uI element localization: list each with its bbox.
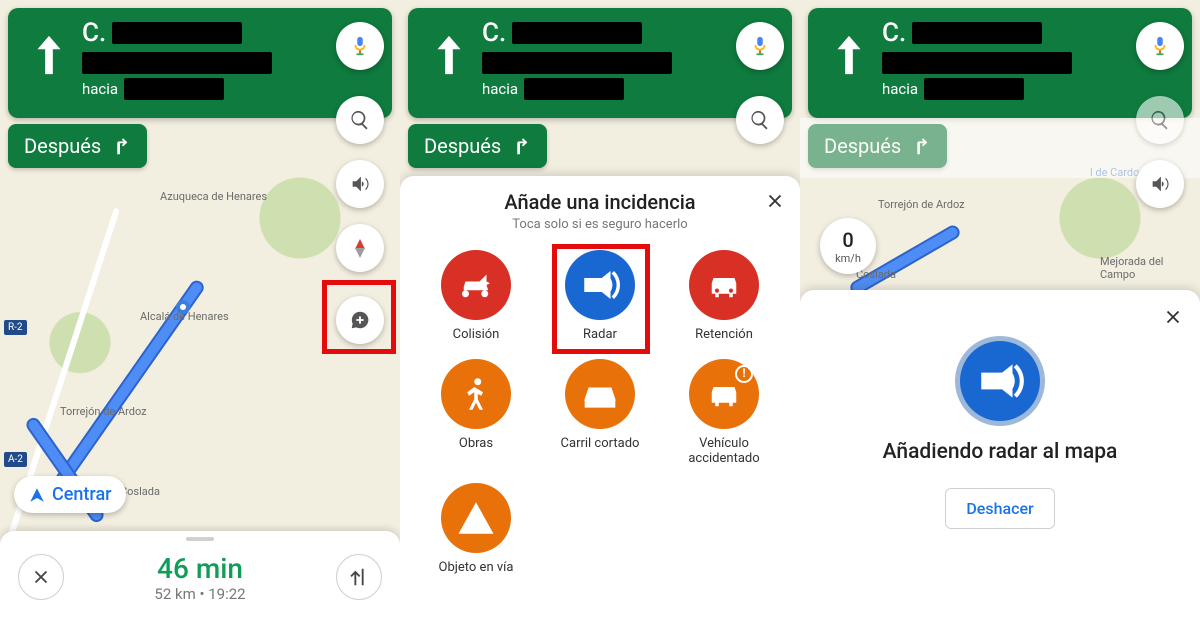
sheet-subtitle: Toca solo si es seguro hacerlo bbox=[410, 217, 790, 232]
towards-label: hacia bbox=[482, 80, 518, 98]
search-button[interactable] bbox=[736, 96, 784, 144]
redacted-text bbox=[524, 78, 624, 100]
map-place-coslada: Coslada bbox=[120, 485, 160, 498]
undo-button[interactable]: Deshacer bbox=[945, 488, 1054, 529]
eta-time: 46 min bbox=[154, 552, 245, 585]
recenter-icon bbox=[28, 486, 46, 504]
turn-right-icon bbox=[109, 135, 131, 157]
turn-right-icon bbox=[909, 135, 931, 157]
roadworks-icon bbox=[455, 373, 497, 415]
lane-closed-icon bbox=[579, 373, 621, 415]
drag-handle[interactable] bbox=[186, 537, 214, 541]
incident-option-colision[interactable]: Colisión bbox=[416, 250, 536, 343]
speed-indicator: 0 km/h bbox=[820, 218, 876, 274]
incident-option-carril[interactable]: Carril cortado bbox=[540, 359, 660, 467]
sound-toggle-button[interactable] bbox=[336, 160, 384, 208]
annotation-highlight bbox=[552, 244, 650, 354]
traffic-jam-icon bbox=[703, 264, 745, 306]
redacted-text bbox=[82, 52, 272, 74]
redacted-text bbox=[924, 78, 1024, 100]
map-place-mejorada: Mejorada del Campo bbox=[1100, 255, 1200, 281]
next-step-chip[interactable]: Después bbox=[808, 124, 947, 168]
street-prefix: C. bbox=[882, 18, 906, 48]
incident-label: Retención bbox=[695, 328, 753, 343]
screenshot-2: C. hacia Después Añade una incidencia To… bbox=[400, 0, 800, 623]
map-place-azuqueca: Azuqueca de Henares bbox=[160, 190, 267, 203]
incident-label: Vehículo accidentado bbox=[688, 437, 759, 467]
navigation-banner[interactable]: C. hacia bbox=[8, 8, 392, 118]
navigation-banner[interactable]: C. hacia bbox=[408, 8, 792, 118]
map-place-torrejon: Torrejón de Ardoz bbox=[878, 198, 965, 211]
confirmation-heading: Añadiendo radar al mapa bbox=[820, 440, 1180, 464]
voice-search-button[interactable] bbox=[1136, 22, 1184, 70]
alternate-routes-button[interactable] bbox=[336, 554, 382, 600]
compass-button[interactable] bbox=[336, 224, 384, 272]
incident-option-vehiculo[interactable]: !Vehículo accidentado bbox=[664, 359, 784, 467]
close-button[interactable] bbox=[764, 190, 786, 216]
compass-icon bbox=[343, 231, 377, 265]
navigation-banner[interactable]: C. hacia bbox=[808, 8, 1192, 118]
incident-label: Objeto en vía bbox=[439, 561, 514, 576]
road-shield: R-2 bbox=[4, 320, 27, 335]
sheet-title: Añade una incidencia bbox=[410, 190, 790, 214]
hazard-icon bbox=[455, 497, 497, 539]
map-place-alcala: Alcalá de Henares bbox=[140, 310, 229, 323]
map-place-torrejon: Torrejón de Ardoz bbox=[60, 405, 147, 418]
street-prefix: C. bbox=[82, 18, 106, 48]
voice-search-button[interactable] bbox=[736, 22, 784, 70]
road-shield: A-2 bbox=[4, 452, 27, 467]
direction-arrow-straight-icon bbox=[826, 32, 872, 82]
crash-icon bbox=[455, 264, 497, 306]
annotation-highlight bbox=[322, 280, 396, 354]
after-label: Después bbox=[24, 134, 101, 158]
redacted-text bbox=[512, 22, 642, 44]
screenshot-3: Torrejón de Ardoz Mejorada del Campo Cos… bbox=[800, 0, 1200, 623]
street-prefix: C. bbox=[482, 18, 506, 48]
incident-option-obras[interactable]: Obras bbox=[416, 359, 536, 467]
redacted-text bbox=[482, 52, 672, 74]
speed-unit: km/h bbox=[835, 252, 861, 265]
voice-search-button[interactable] bbox=[336, 22, 384, 70]
recenter-button[interactable]: Centrar bbox=[14, 476, 126, 513]
towards-label: hacia bbox=[82, 80, 118, 98]
towards-label: hacia bbox=[882, 80, 918, 98]
speed-value: 0 bbox=[842, 228, 853, 252]
next-step-chip[interactable]: Después bbox=[8, 124, 147, 168]
search-button[interactable] bbox=[1136, 96, 1184, 144]
close-button[interactable] bbox=[1162, 306, 1184, 332]
after-label: Después bbox=[424, 134, 501, 158]
incident-label: Carril cortado bbox=[561, 437, 640, 452]
confirmation-sheet: Añadiendo radar al mapa Deshacer bbox=[800, 290, 1200, 623]
redacted-text bbox=[112, 22, 242, 44]
after-label: Después bbox=[824, 134, 901, 158]
incident-label: Colisión bbox=[453, 328, 500, 343]
redacted-text bbox=[882, 52, 1072, 74]
eta-bar[interactable]: 46 min 52 km • 19:22 bbox=[0, 531, 400, 623]
exit-navigation-button[interactable] bbox=[18, 554, 64, 600]
recenter-label: Centrar bbox=[52, 484, 112, 505]
direction-arrow-straight-icon bbox=[26, 32, 72, 82]
incident-option-retencion[interactable]: Retención bbox=[664, 250, 784, 343]
screenshot-1: Azuqueca de Henares Alcalá de Henares To… bbox=[0, 0, 400, 623]
eta-details: 52 km • 19:22 bbox=[154, 585, 245, 603]
search-button[interactable] bbox=[336, 96, 384, 144]
sound-toggle-button[interactable] bbox=[1136, 160, 1184, 208]
radar-icon-large bbox=[955, 336, 1045, 426]
redacted-text bbox=[912, 22, 1042, 44]
redacted-text bbox=[124, 78, 224, 100]
incident-label: Obras bbox=[459, 437, 493, 452]
incident-option-objeto[interactable]: Objeto en vía bbox=[416, 483, 536, 576]
turn-right-icon bbox=[509, 135, 531, 157]
next-step-chip[interactable]: Después bbox=[408, 124, 547, 168]
direction-arrow-straight-icon bbox=[426, 32, 472, 82]
